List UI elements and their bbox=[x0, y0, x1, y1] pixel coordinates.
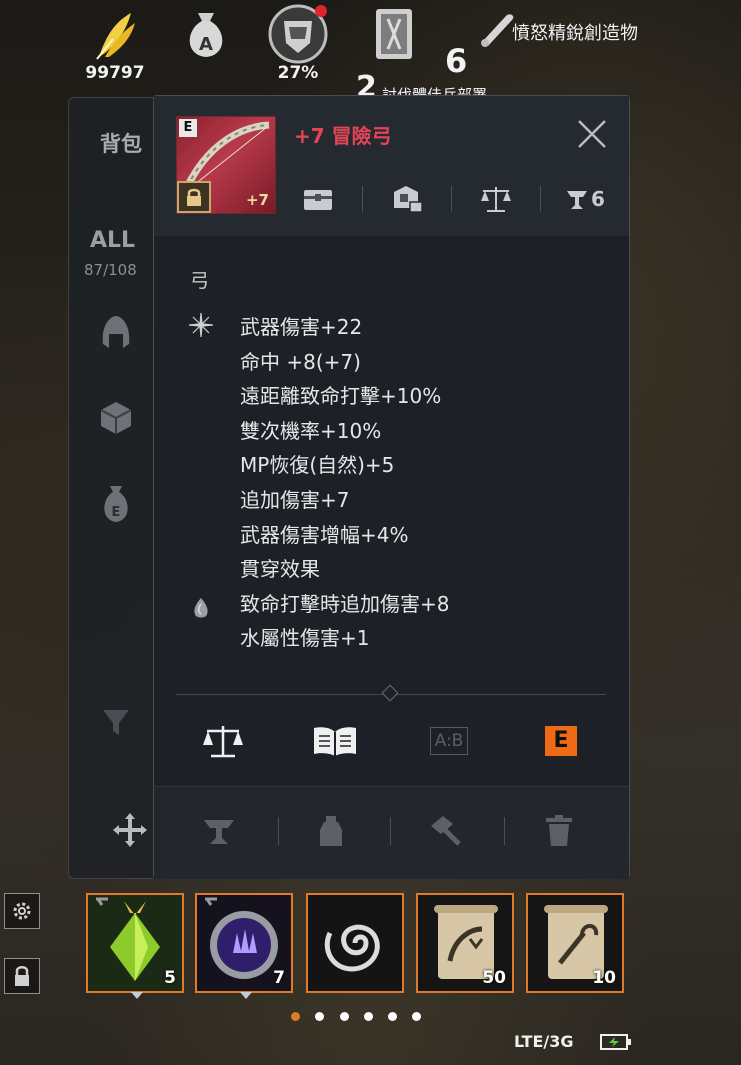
quickslot-count: 50 bbox=[482, 968, 506, 988]
stat-line: 貫穿效果 bbox=[240, 557, 320, 582]
potion-bottle-icon[interactable] bbox=[306, 809, 356, 853]
grade-badge: E bbox=[179, 119, 197, 137]
money-bag-a-icon[interactable]: A bbox=[178, 6, 234, 62]
gold-value: 99797 bbox=[85, 63, 145, 83]
quickslot-3[interactable] bbox=[306, 893, 404, 993]
page-dot[interactable] bbox=[388, 1012, 397, 1021]
grade-e-button[interactable]: E bbox=[536, 721, 586, 761]
gear-icon bbox=[13, 902, 31, 920]
stat-line: 致命打擊時追加傷害+8 bbox=[240, 591, 450, 616]
close-icon[interactable] bbox=[574, 116, 610, 152]
compare-scale-button[interactable] bbox=[198, 721, 248, 761]
lock-icon bbox=[15, 966, 29, 986]
quest-number: 6 bbox=[445, 42, 468, 80]
weight-percent: 27% bbox=[277, 63, 319, 83]
codex-book-icon[interactable] bbox=[366, 4, 422, 64]
lock-icon[interactable] bbox=[177, 181, 211, 213]
slot-indicator-arrow bbox=[131, 992, 143, 999]
quickslot-2[interactable]: 7 bbox=[195, 893, 293, 993]
inventory-title: 背包 bbox=[100, 132, 142, 156]
item-stats-list: 武器傷害+22 命中 +8(+7) 遠距離致命打擊+10% 雙次機率+10% M… bbox=[240, 310, 449, 656]
warehouse-transfer-icon[interactable] bbox=[363, 182, 451, 216]
crystal-option-icon bbox=[194, 598, 208, 618]
stat-line: 水屬性傷害+1 bbox=[240, 626, 370, 651]
money-bag-e-icon[interactable]: E bbox=[96, 484, 136, 524]
compare-ab-button[interactable]: A:B bbox=[424, 721, 474, 761]
item-header: E +7 +7 冒險弓 6 bbox=[154, 96, 629, 236]
page-dot[interactable] bbox=[364, 1012, 373, 1021]
enhance-level: +7 bbox=[245, 191, 269, 209]
helmet-filter-icon[interactable] bbox=[96, 312, 136, 352]
hammer-icon[interactable] bbox=[420, 809, 470, 853]
inventory-count: 87/108 bbox=[84, 261, 137, 279]
settings-gear-button[interactable] bbox=[4, 893, 40, 929]
quickslot-count: 7 bbox=[273, 968, 285, 988]
popup-bottom-actions: A:B E bbox=[154, 711, 629, 771]
page-dot[interactable] bbox=[315, 1012, 324, 1021]
battery-icon bbox=[600, 1033, 632, 1055]
item-action-toolbar: 6 bbox=[274, 182, 629, 216]
quickslot-1[interactable]: 5 bbox=[86, 893, 184, 993]
armor-weight-icon[interactable] bbox=[266, 2, 330, 66]
svg-text:E: E bbox=[112, 505, 121, 520]
stat-line: 雙次機率+10% bbox=[240, 418, 382, 443]
network-status: LTE/3G bbox=[514, 1032, 574, 1051]
anvil-icon bbox=[567, 191, 588, 209]
item-name: +7 冒險弓 bbox=[294, 124, 392, 148]
anvil-badge-count: 6 bbox=[591, 187, 605, 211]
box-filter-icon[interactable] bbox=[96, 398, 136, 438]
swirl-icon bbox=[308, 895, 402, 991]
trash-icon[interactable] bbox=[534, 809, 584, 853]
quickslot-4[interactable]: 50 bbox=[416, 893, 514, 993]
item-codex-book-button[interactable] bbox=[310, 721, 360, 761]
anvil-icon[interactable] bbox=[194, 809, 244, 853]
stat-line: 遠距離致命打擊+10% bbox=[240, 384, 442, 409]
quickslot-count: 10 bbox=[592, 968, 616, 988]
storage-chest-icon[interactable] bbox=[274, 182, 362, 216]
quest-text[interactable]: 憤怒精銳創造物 bbox=[512, 19, 638, 45]
sparkle-icon bbox=[188, 312, 214, 338]
quickslot-5[interactable]: 10 bbox=[526, 893, 624, 993]
item-thumbnail[interactable]: E +7 bbox=[176, 116, 276, 214]
quickslot-lock-button[interactable] bbox=[4, 958, 40, 994]
stat-line: 武器傷害增幅+4% bbox=[240, 522, 409, 547]
inventory-footer-toolbar bbox=[154, 786, 629, 879]
quickslot-count: 5 bbox=[164, 968, 176, 988]
grade-e-label: E bbox=[545, 726, 577, 756]
stat-line: MP恢復(自然)+5 bbox=[240, 453, 395, 478]
move-handle-icon[interactable] bbox=[110, 810, 150, 850]
item-detail-popup: E +7 +7 冒險弓 6 弓 武器傷害+22 命中 +8(+7) 遠距離致命打… bbox=[153, 95, 630, 879]
page-dot-active[interactable] bbox=[291, 1012, 300, 1021]
svg-text:A: A bbox=[199, 34, 213, 55]
page-dot[interactable] bbox=[340, 1012, 349, 1021]
stat-line: 追加傷害+7 bbox=[240, 487, 350, 512]
page-dot[interactable] bbox=[412, 1012, 421, 1021]
filter-all-tab[interactable]: ALL bbox=[90, 228, 135, 253]
compare-ab-label: A:B bbox=[429, 727, 469, 755]
stat-line: 武器傷害+22 bbox=[240, 315, 363, 339]
stat-line: 命中 +8(+7) bbox=[240, 349, 361, 374]
funnel-filter-icon[interactable] bbox=[96, 702, 136, 742]
notification-dot bbox=[315, 5, 327, 17]
anvil-enhance-button[interactable]: 6 bbox=[541, 182, 629, 216]
item-category: 弓 bbox=[190, 270, 210, 292]
scale-compare-icon[interactable] bbox=[452, 182, 540, 216]
feather-gold-icon[interactable] bbox=[88, 8, 142, 62]
slot-indicator-arrow bbox=[240, 992, 252, 999]
